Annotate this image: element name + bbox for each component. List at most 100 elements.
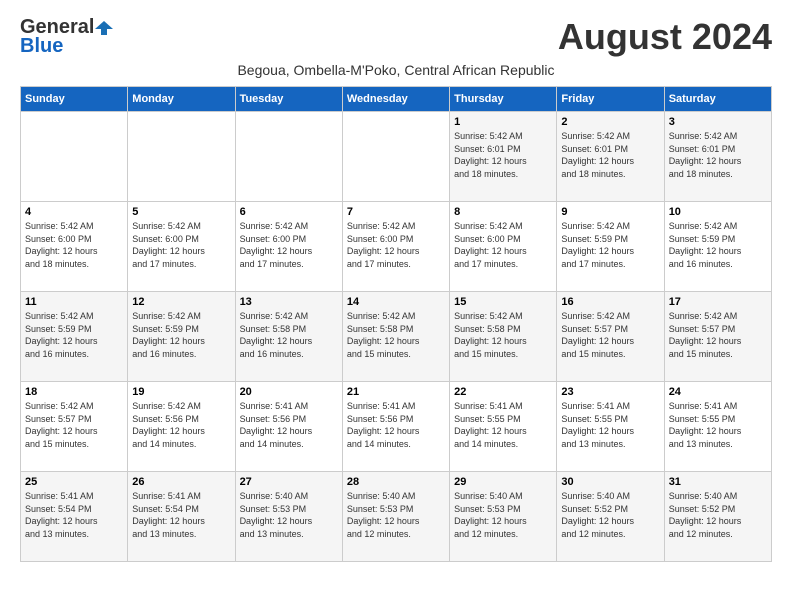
day-of-week-header: Wednesday bbox=[342, 87, 449, 112]
day-number: 25 bbox=[25, 476, 123, 488]
day-number: 29 bbox=[454, 476, 552, 488]
day-info: Sunrise: 5:42 AM Sunset: 5:59 PM Dayligh… bbox=[132, 310, 230, 360]
subtitle: Begoua, Ombella-M'Poko, Central African … bbox=[20, 62, 772, 78]
day-info: Sunrise: 5:42 AM Sunset: 5:59 PM Dayligh… bbox=[669, 220, 767, 270]
calendar-cell: 27 Sunrise: 5:40 AM Sunset: 5:53 PM Dayli… bbox=[235, 472, 342, 562]
calendar-header-row: SundayMondayTuesdayWednesdayThursdayFrid… bbox=[21, 87, 772, 112]
calendar-cell bbox=[21, 112, 128, 202]
calendar-cell: 3 Sunrise: 5:42 AM Sunset: 6:01 PM Daylig… bbox=[664, 112, 771, 202]
day-number: 23 bbox=[561, 386, 659, 398]
calendar-cell: 6 Sunrise: 5:42 AM Sunset: 6:00 PM Daylig… bbox=[235, 202, 342, 292]
day-info: Sunrise: 5:42 AM Sunset: 6:01 PM Dayligh… bbox=[454, 130, 552, 180]
calendar-cell: 21Sunrise: 5:41 AM Sunset: 5:56 PM Dayli… bbox=[342, 382, 449, 472]
day-number: 26 bbox=[132, 476, 230, 488]
day-number: 10 bbox=[669, 206, 767, 218]
day-info: Sunrise: 5:42 AM Sunset: 5:56 PM Dayligh… bbox=[132, 400, 230, 450]
calendar-cell: 7 Sunrise: 5:42 AM Sunset: 6:00 PM Daylig… bbox=[342, 202, 449, 292]
calendar-cell: 5 Sunrise: 5:42 AM Sunset: 6:00 PM Daylig… bbox=[128, 202, 235, 292]
day-info: Sunrise: 5:42 AM Sunset: 6:00 PM Dayligh… bbox=[454, 220, 552, 270]
day-number: 21 bbox=[347, 386, 445, 398]
day-info: Sunrise: 5:42 AM Sunset: 6:00 PM Dayligh… bbox=[347, 220, 445, 270]
calendar-cell: 9 Sunrise: 5:42 AM Sunset: 5:59 PM Daylig… bbox=[557, 202, 664, 292]
calendar-cell: 10 Sunrise: 5:42 AM Sunset: 5:59 PM Dayli… bbox=[664, 202, 771, 292]
day-number: 18 bbox=[25, 386, 123, 398]
day-number: 19 bbox=[132, 386, 230, 398]
day-number: 12 bbox=[132, 296, 230, 308]
day-info: Sunrise: 5:42 AM Sunset: 6:00 PM Dayligh… bbox=[132, 220, 230, 270]
day-info: Sunrise: 5:42 AM Sunset: 5:58 PM Dayligh… bbox=[240, 310, 338, 360]
day-of-week-header: Friday bbox=[557, 87, 664, 112]
logo: General Blue bbox=[20, 16, 114, 58]
day-info: Sunrise: 5:41 AM Sunset: 5:55 PM Dayligh… bbox=[454, 400, 552, 450]
day-info: Sunrise: 5:41 AM Sunset: 5:54 PM Dayligh… bbox=[132, 490, 230, 540]
calendar-table: SundayMondayTuesdayWednesdayThursdayFrid… bbox=[20, 86, 772, 562]
day-info: Sunrise: 5:41 AM Sunset: 5:55 PM Dayligh… bbox=[669, 400, 767, 450]
day-number: 27 bbox=[240, 476, 338, 488]
calendar-cell: 14 Sunrise: 5:42 AM Sunset: 5:58 PM Dayli… bbox=[342, 292, 449, 382]
calendar-cell bbox=[342, 112, 449, 202]
day-of-week-header: Saturday bbox=[664, 87, 771, 112]
calendar-week-row: 11 Sunrise: 5:42 AM Sunset: 5:59 PM Dayli… bbox=[21, 292, 772, 382]
month-title: August 2024 bbox=[558, 16, 772, 58]
day-info: Sunrise: 5:42 AM Sunset: 6:01 PM Dayligh… bbox=[561, 130, 659, 180]
calendar-cell: 2 Sunrise: 5:42 AM Sunset: 6:01 PM Daylig… bbox=[557, 112, 664, 202]
logo-blue: Blue bbox=[20, 35, 63, 58]
day-info: Sunrise: 5:42 AM Sunset: 5:58 PM Dayligh… bbox=[347, 310, 445, 360]
calendar-cell: 15 Sunrise: 5:42 AM Sunset: 5:58 PM Dayli… bbox=[450, 292, 557, 382]
day-number: 28 bbox=[347, 476, 445, 488]
day-info: Sunrise: 5:40 AM Sunset: 5:52 PM Dayligh… bbox=[561, 490, 659, 540]
day-number: 13 bbox=[240, 296, 338, 308]
calendar-body: 1Sunrise: 5:42 AM Sunset: 6:01 PM Daylig… bbox=[21, 112, 772, 562]
day-info: Sunrise: 5:40 AM Sunset: 5:52 PM Dayligh… bbox=[669, 490, 767, 540]
day-number: 31 bbox=[669, 476, 767, 488]
day-of-week-header: Sunday bbox=[21, 87, 128, 112]
logo-bird-icon bbox=[95, 19, 113, 37]
day-number: 22 bbox=[454, 386, 552, 398]
header: General Blue August 2024 bbox=[20, 16, 772, 58]
day-number: 15 bbox=[454, 296, 552, 308]
day-of-week-header: Thursday bbox=[450, 87, 557, 112]
calendar-cell: 30 Sunrise: 5:40 AM Sunset: 5:52 PM Dayli… bbox=[557, 472, 664, 562]
day-info: Sunrise: 5:42 AM Sunset: 6:00 PM Dayligh… bbox=[25, 220, 123, 270]
calendar-cell: 4 Sunrise: 5:42 AM Sunset: 6:00 PM Daylig… bbox=[21, 202, 128, 292]
day-number: 4 bbox=[25, 206, 123, 218]
day-info: Sunrise: 5:42 AM Sunset: 5:57 PM Dayligh… bbox=[25, 400, 123, 450]
day-of-week-header: Monday bbox=[128, 87, 235, 112]
calendar-week-row: 25 Sunrise: 5:41 AM Sunset: 5:54 PM Dayli… bbox=[21, 472, 772, 562]
day-number: 2 bbox=[561, 116, 659, 128]
calendar-week-row: 1Sunrise: 5:42 AM Sunset: 6:01 PM Daylig… bbox=[21, 112, 772, 202]
calendar-cell bbox=[235, 112, 342, 202]
day-info: Sunrise: 5:42 AM Sunset: 6:00 PM Dayligh… bbox=[240, 220, 338, 270]
calendar-cell: 1Sunrise: 5:42 AM Sunset: 6:01 PM Daylig… bbox=[450, 112, 557, 202]
calendar-cell: 31 Sunrise: 5:40 AM Sunset: 5:52 PM Dayli… bbox=[664, 472, 771, 562]
day-info: Sunrise: 5:42 AM Sunset: 6:01 PM Dayligh… bbox=[669, 130, 767, 180]
day-number: 3 bbox=[669, 116, 767, 128]
day-info: Sunrise: 5:42 AM Sunset: 5:58 PM Dayligh… bbox=[454, 310, 552, 360]
day-number: 7 bbox=[347, 206, 445, 218]
day-info: Sunrise: 5:42 AM Sunset: 5:59 PM Dayligh… bbox=[561, 220, 659, 270]
calendar-cell: 13 Sunrise: 5:42 AM Sunset: 5:58 PM Dayli… bbox=[235, 292, 342, 382]
calendar-cell: 29Sunrise: 5:40 AM Sunset: 5:53 PM Dayli… bbox=[450, 472, 557, 562]
calendar-cell: 17Sunrise: 5:42 AM Sunset: 5:57 PM Dayli… bbox=[664, 292, 771, 382]
calendar-cell: 18 Sunrise: 5:42 AM Sunset: 5:57 PM Dayli… bbox=[21, 382, 128, 472]
calendar-cell: 23Sunrise: 5:41 AM Sunset: 5:55 PM Dayli… bbox=[557, 382, 664, 472]
day-info: Sunrise: 5:41 AM Sunset: 5:56 PM Dayligh… bbox=[240, 400, 338, 450]
calendar-cell: 24Sunrise: 5:41 AM Sunset: 5:55 PM Dayli… bbox=[664, 382, 771, 472]
day-number: 6 bbox=[240, 206, 338, 218]
calendar-cell: 19 Sunrise: 5:42 AM Sunset: 5:56 PM Dayli… bbox=[128, 382, 235, 472]
day-number: 16 bbox=[561, 296, 659, 308]
day-info: Sunrise: 5:40 AM Sunset: 5:53 PM Dayligh… bbox=[347, 490, 445, 540]
day-info: Sunrise: 5:40 AM Sunset: 5:53 PM Dayligh… bbox=[240, 490, 338, 540]
day-number: 30 bbox=[561, 476, 659, 488]
day-info: Sunrise: 5:42 AM Sunset: 5:57 PM Dayligh… bbox=[561, 310, 659, 360]
calendar-cell: 11Sunrise: 5:42 AM Sunset: 5:59 PM Dayli… bbox=[21, 292, 128, 382]
day-number: 5 bbox=[132, 206, 230, 218]
calendar-cell bbox=[128, 112, 235, 202]
day-number: 9 bbox=[561, 206, 659, 218]
calendar-cell: 26 Sunrise: 5:41 AM Sunset: 5:54 PM Dayli… bbox=[128, 472, 235, 562]
calendar-week-row: 18 Sunrise: 5:42 AM Sunset: 5:57 PM Dayli… bbox=[21, 382, 772, 472]
day-number: 11 bbox=[25, 296, 123, 308]
day-number: 14 bbox=[347, 296, 445, 308]
calendar-cell: 20Sunrise: 5:41 AM Sunset: 5:56 PM Dayli… bbox=[235, 382, 342, 472]
day-info: Sunrise: 5:42 AM Sunset: 5:57 PM Dayligh… bbox=[669, 310, 767, 360]
